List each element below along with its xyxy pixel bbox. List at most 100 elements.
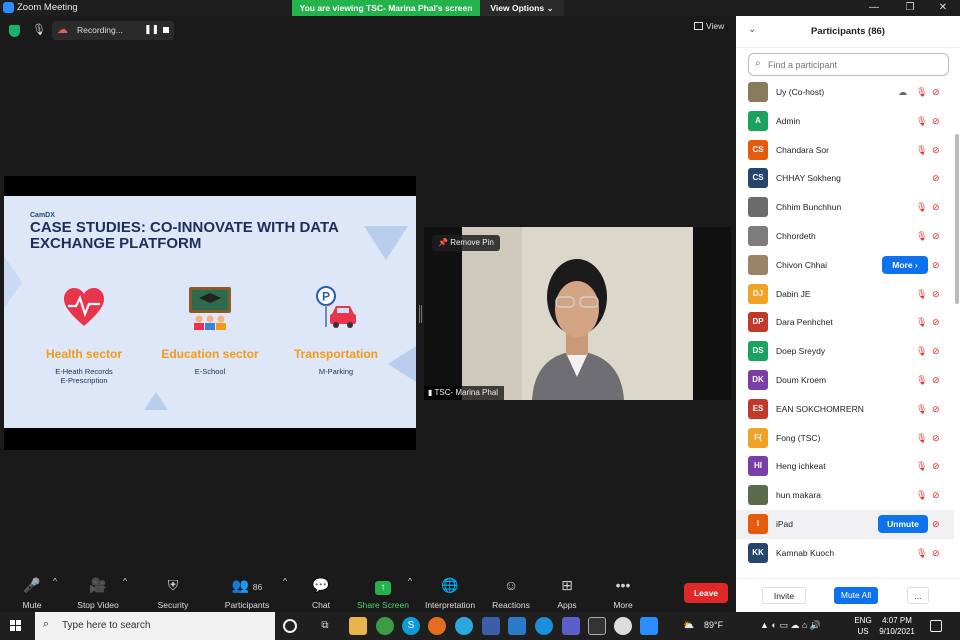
participants-label: Participants [224,600,270,610]
view-button[interactable]: View [694,21,724,31]
vscode-icon[interactable] [508,617,526,635]
pause-recording-button[interactable]: ❚❚ [144,24,159,35]
video-options-caret[interactable]: ^ [120,576,130,586]
participant-search-input[interactable] [768,57,943,73]
scrollbar-thumb[interactable] [955,134,959,304]
sector-name: Health sector [45,347,123,361]
participant-row[interactable]: Uy (Co-host) ☁ 🎙 ⊘ [736,78,954,107]
participant-row[interactable]: KK Kamnab Kuoch 🎙 ⊘ [736,539,954,568]
participant-search[interactable]: ⌕ [748,53,949,76]
invite-button[interactable]: Invite [762,587,806,604]
participant-row[interactable]: HI Heng ichkeat 🎙 ⊘ [736,452,954,481]
signal-strength-icon: ▮ [428,388,433,397]
grid-view-icon [694,22,703,30]
interpretation-button[interactable]: 🌐 Interpretation [418,576,482,610]
maximize-button[interactable]: ❐ [896,1,924,15]
sector-item: M-Parking [318,367,354,376]
share-options-caret[interactable]: ^ [405,576,415,586]
participant-name: hun makara [776,490,821,501]
shield-icon: ⛨ [167,577,179,593]
terminal-icon[interactable] [588,617,606,635]
participant-row[interactable]: Chhim Bunchhun 🎙 ⊘ [736,193,954,222]
reactions-button[interactable]: ☺ Reactions [479,576,543,610]
tray-icons[interactable]: ▲ ◐ ▭ ☁ ⌂ 🔊 [760,620,821,631]
meeting-toolbar: 🎤 Mute ^ 🎥 Stop Video ^ ⛨ Security 👥 86 … [0,572,736,612]
chrome-icon[interactable] [376,617,394,635]
participant-row[interactable]: A Admin 🎙 ⊘ [736,107,954,136]
zoom-taskbar-icon[interactable] [640,617,658,635]
participant-row[interactable]: Chhordeth 🎙 ⊘ [736,222,954,251]
cortana-icon[interactable] [283,619,297,633]
participant-row[interactable]: F(Fong (TSC) 🎙 ⊘ [736,424,954,453]
video-off-icon: ⊘ [932,346,940,357]
participant-row[interactable]: CS CHHAY Sokheng ⊘ [736,164,954,193]
speaker-video-tile[interactable]: 📌 Remove Pin ▮ TSC- Marina Phal [424,227,731,400]
avatar: DS [748,341,768,362]
sector-item: E-Prescription [60,376,108,385]
participant-name: iPad [776,518,794,529]
mic-muted-icon: 🎙 [916,547,928,558]
participant-list-scrollbar[interactable] [954,78,960,576]
decor-triangle [364,226,408,260]
view-options-button[interactable]: View Options ⌄ [480,0,564,16]
participant-row[interactable]: DP Dara Penhchet 🎙 ⊘ [736,308,954,337]
participant-name: Heng ichkeat [776,461,826,472]
video-off-icon: ⊘ [932,490,940,501]
parking-car-icon: P [316,286,356,328]
edge-icon[interactable] [535,617,553,635]
video-off-icon: ⊘ [932,202,940,213]
audio-status-icon[interactable]: 🎙 [32,23,46,36]
remote-desktop-icon[interactable] [482,617,500,635]
avatar: I [748,513,768,534]
split-view-divider[interactable] [419,305,422,323]
participant-row[interactable]: DJ Dabin JE 🎙 ⊘ [736,280,954,309]
weather-temp[interactable]: 89°F [704,620,723,630]
task-view-icon[interactable]: ⧉ [316,617,334,635]
notifications-icon[interactable] [930,620,942,632]
participant-row[interactable]: DK Doum Kroem 🎙 ⊘ [736,366,954,395]
file-explorer-icon[interactable] [349,617,367,635]
clock-time: 4:07 PM [882,616,912,625]
encryption-shield-icon[interactable] [9,25,20,37]
avatar: CS [748,139,768,160]
participant-row[interactable]: ES EAN SOKCHOMRERN 🎙 ⊘ [736,395,954,424]
participant-row[interactable]: Chivon Chhai More › ⊘ [736,251,954,280]
avatar: DK [748,369,768,390]
stop-recording-button[interactable] [163,27,169,33]
telegram-icon[interactable] [455,617,473,635]
participants-button[interactable]: 👥 86 Participants [215,576,279,610]
remove-pin-button[interactable]: 📌 Remove Pin [432,235,500,251]
panel-more-button[interactable]: ... [907,587,929,604]
minimize-button[interactable]: — [860,1,888,15]
recording-indicator: ☁ Recording... ❚❚ [52,21,174,40]
audio-options-caret[interactable]: ^ [50,576,60,586]
more-button[interactable]: ••• More [591,576,655,610]
avatar [748,197,768,218]
video-off-icon: ⊘ [932,288,940,299]
mic-muted-icon: 🎙 [916,317,928,328]
heart-pulse-icon [64,288,104,326]
windows-taskbar: ⌕ Type here to search ⧉ S ⛅ 89°F ▲ ◐ ▭ ☁… [0,612,960,640]
skype-icon[interactable]: S [402,617,420,635]
participant-row[interactable]: hun makara 🎙 ⊘ [736,481,954,510]
chat-button[interactable]: 💬 Chat [289,576,353,610]
participant-more-button[interactable]: More › [882,255,928,274]
unmute-button[interactable]: Unmute [878,514,928,533]
taskbar-search-box[interactable]: ⌕ Type here to search [35,612,275,640]
close-button[interactable]: ✕ [929,1,957,15]
remove-pin-label: Remove Pin [450,238,494,247]
apps-button[interactable]: ⊞ Apps [535,576,599,610]
language-indicator[interactable]: ENG US [852,615,874,637]
security-button[interactable]: ⛨ Security [141,576,205,610]
mute-all-button[interactable]: Mute All [834,587,878,604]
taskbar-clock[interactable]: 4:07 PM 9/10/2021 [876,615,918,637]
participant-row[interactable]: DS Doep Sreydy 🎙 ⊘ [736,337,954,366]
leave-button[interactable]: Leave [684,583,728,603]
participant-row[interactable]: IiPad Unmute ⊘ [736,509,954,539]
windows-start-button[interactable] [10,620,22,632]
weather-icon[interactable]: ⛅ [683,620,694,631]
firefox-icon[interactable] [428,617,446,635]
teams-icon[interactable] [562,617,580,635]
app-icon[interactable] [614,617,632,635]
participant-row[interactable]: CS Chandara Sor 🎙 ⊘ [736,136,954,165]
